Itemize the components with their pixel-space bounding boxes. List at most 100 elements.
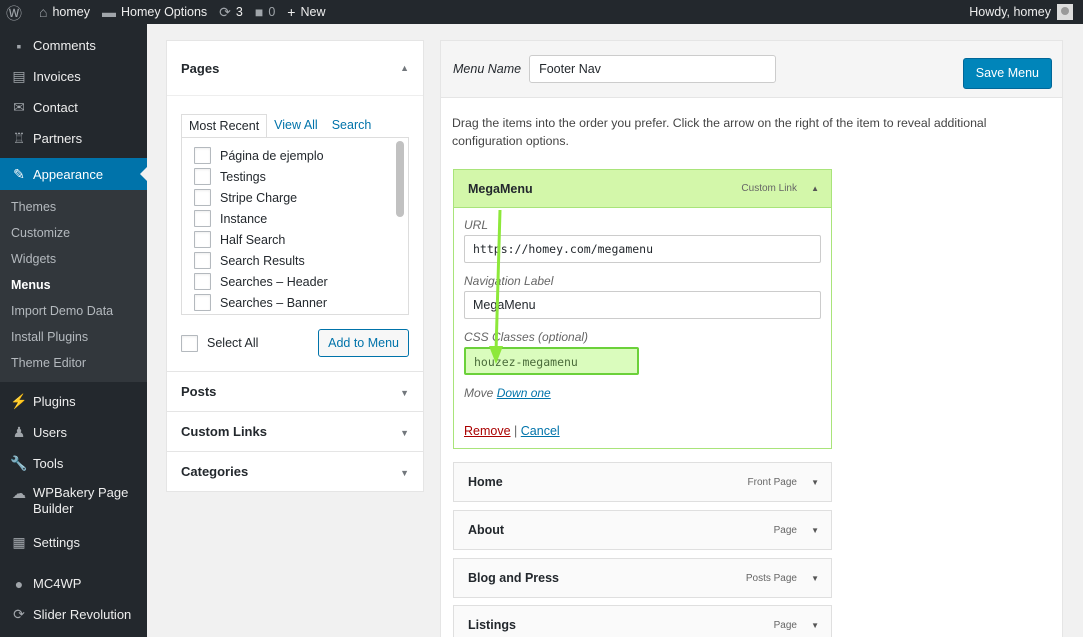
sidebar-item-settings[interactable]: ▦ Settings xyxy=(0,527,147,558)
save-menu-button[interactable]: Save Menu xyxy=(962,58,1052,89)
menu-item-handle[interactable]: Blog and Press Posts Page ▼ xyxy=(454,559,831,597)
separator: | xyxy=(514,424,518,438)
menu-item-handle[interactable]: About Page ▼ xyxy=(454,511,831,549)
categories-section-header[interactable]: Categories ▼ xyxy=(167,452,423,491)
list-item[interactable]: Search Results xyxy=(194,250,408,271)
chevron-down-icon[interactable]: ▼ xyxy=(811,526,819,535)
pages-checklist[interactable]: Página de ejemplo Testings Stripe Charge… xyxy=(181,137,409,315)
sidebar-item-contact[interactable]: ✉ Contact xyxy=(0,92,147,123)
menu-item-handle[interactable]: MegaMenu Custom Link ▲ xyxy=(454,170,831,208)
url-field[interactable]: https://homey.com/megamenu xyxy=(464,235,821,263)
add-to-menu-button[interactable]: Add to Menu xyxy=(318,329,409,357)
posts-section-header[interactable]: Posts ▼ xyxy=(167,372,423,411)
checkbox[interactable] xyxy=(194,189,211,206)
list-item[interactable]: Searches – Header xyxy=(194,271,408,292)
checkbox[interactable] xyxy=(194,168,211,185)
list-item[interactable]: Página de ejemplo xyxy=(194,145,408,166)
submenu-item-widgets[interactable]: Widgets xyxy=(0,246,147,272)
sidebar-item-label: Invoices xyxy=(33,69,81,84)
account-menu[interactable]: Howdy, homey xyxy=(969,4,1083,20)
chevron-down-icon[interactable]: ▼ xyxy=(811,621,819,630)
sidebar-item-appearance[interactable]: ✎ Appearance xyxy=(0,158,147,190)
tab-view-all[interactable]: View All xyxy=(267,114,325,138)
checkbox[interactable] xyxy=(194,294,211,311)
remove-link[interactable]: Remove xyxy=(464,424,511,438)
site-name-link[interactable]: ⌂ homey xyxy=(33,0,96,24)
submenu-item-install-plugins[interactable]: Install Plugins xyxy=(0,324,147,350)
sidebar-item-partners[interactable]: ♖ Partners xyxy=(0,123,147,154)
menu-item-megamenu[interactable]: MegaMenu Custom Link ▲ URL https://homey… xyxy=(453,169,832,449)
menu-item-home[interactable]: Home Front Page ▼ xyxy=(453,462,832,502)
page-label: Testings xyxy=(220,169,266,184)
navigation-label-field[interactable]: MegaMenu xyxy=(464,291,821,319)
menu-name-input[interactable]: Footer Nav xyxy=(529,55,777,83)
checkbox[interactable] xyxy=(194,147,211,164)
select-all-checkbox[interactable] xyxy=(181,334,198,352)
wrench-icon: 🔧 xyxy=(10,455,28,471)
list-item[interactable]: Searches – Banner xyxy=(194,292,408,313)
move-down-link[interactable]: Down one xyxy=(497,386,551,400)
checklist-scrollbar[interactable] xyxy=(396,141,404,313)
chevron-down-icon: ▼ xyxy=(400,428,409,438)
sidebar-item-users[interactable]: ♟ Users xyxy=(0,417,147,448)
sidebar-item-comments[interactable]: ▪ Comments xyxy=(0,30,147,61)
page-label: Half Search xyxy=(220,232,286,247)
submenu-item-theme-editor[interactable]: Theme Editor xyxy=(0,350,147,376)
pages-section-header[interactable]: Pages ▲ xyxy=(167,41,423,95)
menu-item-type: Custom Link xyxy=(741,183,797,194)
sidebar-item-label: Plugins xyxy=(33,394,76,409)
url-label: URL xyxy=(464,218,489,232)
sidebar-item-tools[interactable]: 🔧 Tools xyxy=(0,448,147,479)
sidebar-item-label: Appearance xyxy=(33,166,104,182)
posts-section[interactable]: Posts ▼ xyxy=(167,372,423,412)
menu-item-title: MegaMenu xyxy=(468,181,533,196)
sidebar-item-label: Slider Revolution xyxy=(33,607,132,622)
updates-link[interactable]: ⟳ 3 xyxy=(213,0,249,24)
options-icon: ▬ xyxy=(102,4,117,20)
select-all[interactable]: Select All xyxy=(181,334,258,352)
new-link[interactable]: + New xyxy=(281,0,331,24)
menu-item-handle[interactable]: Listings Page ▼ xyxy=(454,606,831,637)
sidebar-item-plugins[interactable]: ⚡ Plugins xyxy=(0,386,147,417)
list-item[interactable]: Instance xyxy=(194,208,408,229)
menu-item-listings[interactable]: Listings Page ▼ xyxy=(453,605,832,637)
sidebar-item-mc4wp[interactable]: ● MC4WP xyxy=(0,568,147,599)
options-link[interactable]: ▬ Homey Options xyxy=(96,0,213,24)
menu-item-about[interactable]: About Page ▼ xyxy=(453,510,832,550)
submenu-item-menus[interactable]: Menus xyxy=(0,272,147,298)
comment-bubble-icon: ■ xyxy=(254,4,264,20)
checkbox[interactable] xyxy=(194,252,211,269)
chevron-up-icon[interactable]: ▲ xyxy=(811,184,819,193)
submenu-item-import-demo-data[interactable]: Import Demo Data xyxy=(0,298,147,324)
pages-section-title: Pages xyxy=(181,60,220,76)
menu-item-handle[interactable]: Home Front Page ▼ xyxy=(454,463,831,501)
howdy-text: Howdy, homey xyxy=(969,5,1051,19)
move-label: Move xyxy=(464,386,494,400)
cancel-link[interactable]: Cancel xyxy=(521,424,560,438)
list-item[interactable]: Stripe Charge xyxy=(194,187,408,208)
wordpress-logo-icon[interactable]: Ⓦ xyxy=(0,0,33,24)
scrollbar-thumb[interactable] xyxy=(396,141,404,217)
checkbox[interactable] xyxy=(194,231,211,248)
sidebar-item-invoices[interactable]: ▤ Invoices xyxy=(0,61,147,92)
tab-search[interactable]: Search xyxy=(325,114,379,138)
submenu-item-customize[interactable]: Customize xyxy=(0,220,147,246)
menu-item-title: Blog and Press xyxy=(468,571,559,585)
css-classes-field[interactable]: houzez-megamenu xyxy=(464,347,639,375)
list-item[interactable]: Testings xyxy=(194,166,408,187)
categories-section[interactable]: Categories ▼ xyxy=(167,452,423,491)
list-item[interactable]: Half Search xyxy=(194,229,408,250)
checkbox[interactable] xyxy=(194,273,211,290)
chevron-down-icon[interactable]: ▼ xyxy=(811,478,819,487)
checkbox[interactable] xyxy=(194,210,211,227)
custom-links-section-header[interactable]: Custom Links ▼ xyxy=(167,412,423,451)
submenu-item-themes[interactable]: Themes xyxy=(0,194,147,220)
sidebar-item-slider-revolution[interactable]: ⟳ Slider Revolution xyxy=(0,599,147,630)
menu-item-blog-and-press[interactable]: Blog and Press Posts Page ▼ xyxy=(453,558,832,598)
comments-link[interactable]: ■ 0 xyxy=(249,0,281,24)
sidebar-item-wpbakery[interactable]: ☁ WPBakery Page Builder xyxy=(0,479,147,525)
custom-links-section[interactable]: Custom Links ▼ xyxy=(167,412,423,452)
tab-most-recent[interactable]: Most Recent xyxy=(181,114,268,138)
chevron-down-icon[interactable]: ▼ xyxy=(811,574,819,583)
sidebar-item-label: MC4WP xyxy=(33,576,82,591)
